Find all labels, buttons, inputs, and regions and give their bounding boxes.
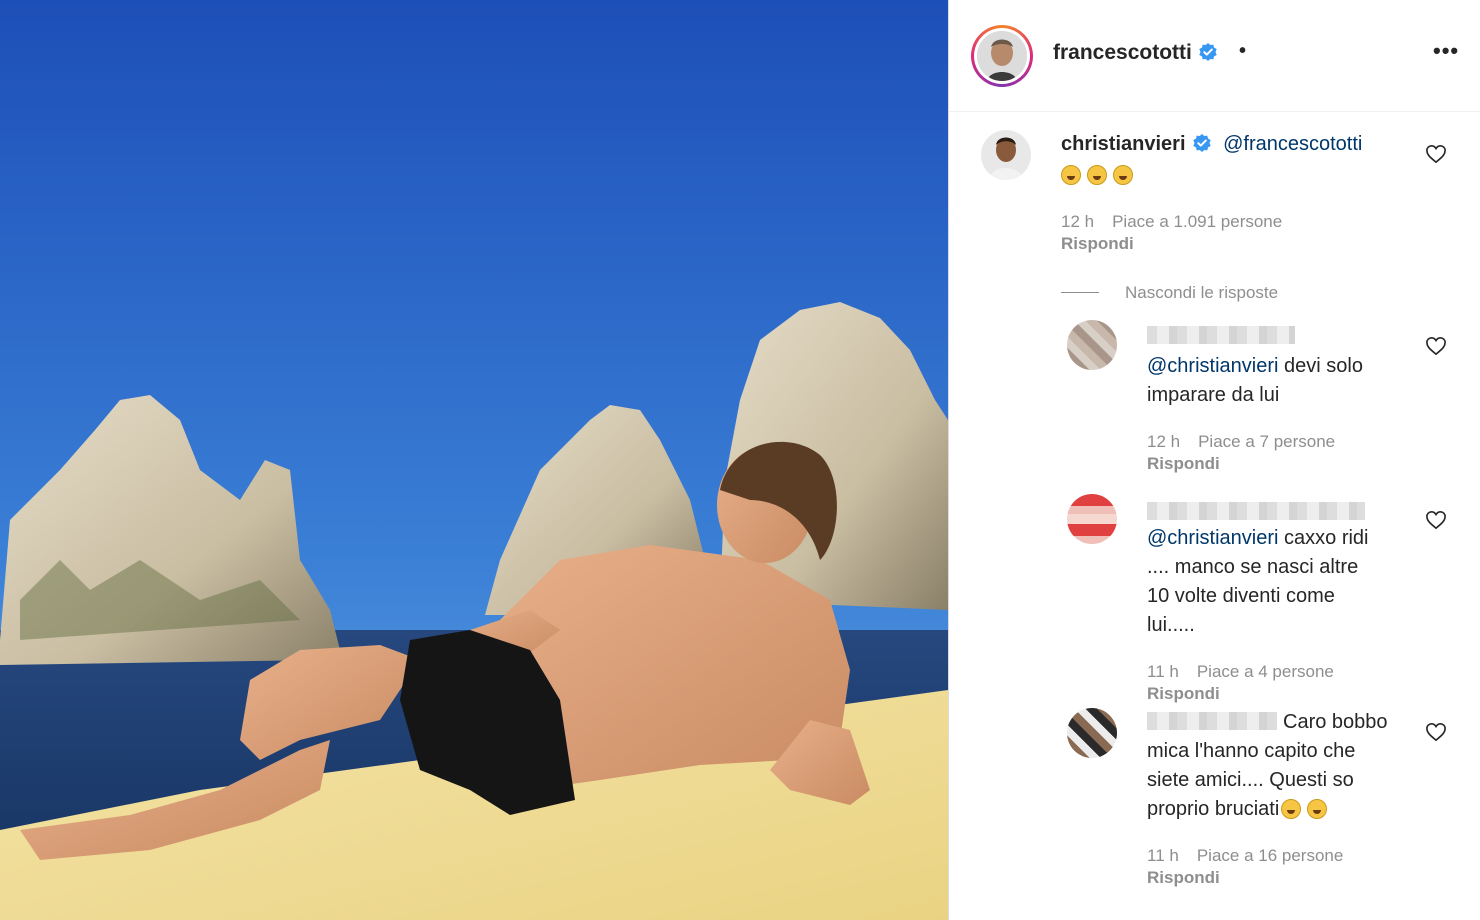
like-heart-icon[interactable] [1425, 336, 1447, 356]
reply-text: devi solo [1278, 355, 1363, 377]
reply-text: .... manco se nasci altre [1147, 556, 1359, 578]
laughing-emoji-icon [1061, 165, 1081, 185]
separator-dot: • [1239, 40, 1247, 62]
reply-likes[interactable]: Piace a 16 persone [1197, 846, 1344, 865]
avatar-image [981, 130, 1031, 180]
reply-text: proprio bruciati [1147, 798, 1280, 820]
laughing-emoji-icon [1087, 165, 1107, 185]
reply-button[interactable]: Rispondi [1061, 234, 1134, 254]
blurred-username [1147, 326, 1295, 344]
story-ring[interactable] [971, 25, 1033, 87]
instagram-post: francescototti • ••• christianvieri @fra… [0, 0, 1480, 920]
reply-text: lui..... [1147, 614, 1195, 636]
reply-time[interactable]: 11 h [1147, 846, 1179, 865]
reply-text: imparare da lui [1147, 384, 1280, 406]
reply-text: siete amici.... Questi so [1147, 769, 1354, 791]
reply-button[interactable]: Rispondi [1147, 454, 1220, 474]
reply-likes[interactable]: Piace a 4 persone [1197, 662, 1334, 681]
beach-photo [0, 0, 948, 920]
reply-text: Caro bobbo [1283, 711, 1388, 733]
reply-mention[interactable]: @christianvieri [1147, 527, 1278, 549]
avatar-image [977, 31, 1027, 81]
post-header: francescototti • ••• [949, 0, 1480, 112]
commenter-avatar[interactable] [981, 130, 1031, 180]
expressionless-emoji-icon [1281, 799, 1302, 819]
reply-text: 10 volte diventi come [1147, 585, 1335, 607]
comment-time[interactable]: 12 h [1061, 212, 1094, 231]
comment-likes[interactable]: Piace a 1.091 persone [1112, 212, 1282, 231]
more-options-icon[interactable]: ••• [1433, 38, 1459, 64]
post-photo[interactable] [0, 0, 948, 920]
replies-divider-line [1061, 292, 1099, 293]
hide-replies-button[interactable]: Nascondi le risposte [1125, 283, 1278, 303]
reply-button[interactable]: Rispondi [1147, 868, 1220, 888]
blurred-username [1147, 502, 1365, 520]
verified-badge-icon [1192, 134, 1211, 152]
avatar [977, 31, 1027, 81]
like-heart-icon[interactable] [1425, 510, 1447, 530]
comment-mention[interactable]: @francescototti [1223, 133, 1362, 155]
comments-panel: francescototti • ••• christianvieri @fra… [948, 0, 1480, 920]
reply-time[interactable]: 11 h [1147, 662, 1179, 681]
header-username[interactable]: francescototti [1053, 41, 1192, 64]
commenter-avatar[interactable] [1067, 494, 1117, 544]
reply-likes[interactable]: Piace a 7 persone [1198, 432, 1335, 451]
reply-mention[interactable]: @christianvieri [1147, 355, 1278, 377]
laughing-emoji-icon [1307, 799, 1328, 819]
blurred-username [1147, 712, 1277, 730]
reply-button[interactable]: Rispondi [1147, 684, 1220, 704]
like-heart-icon[interactable] [1425, 722, 1447, 742]
verified-badge-icon [1199, 43, 1217, 61]
commenter-avatar[interactable] [1067, 708, 1117, 758]
reply-text: caxxo ridi [1278, 527, 1369, 549]
comment-username[interactable]: christianvieri [1061, 133, 1186, 155]
like-heart-icon[interactable] [1425, 144, 1447, 164]
reply-text: mica l'hanno capito che [1147, 740, 1356, 762]
laughing-emoji-icon [1113, 165, 1133, 185]
commenter-avatar[interactable] [1067, 320, 1117, 370]
reply-time[interactable]: 12 h [1147, 432, 1180, 451]
